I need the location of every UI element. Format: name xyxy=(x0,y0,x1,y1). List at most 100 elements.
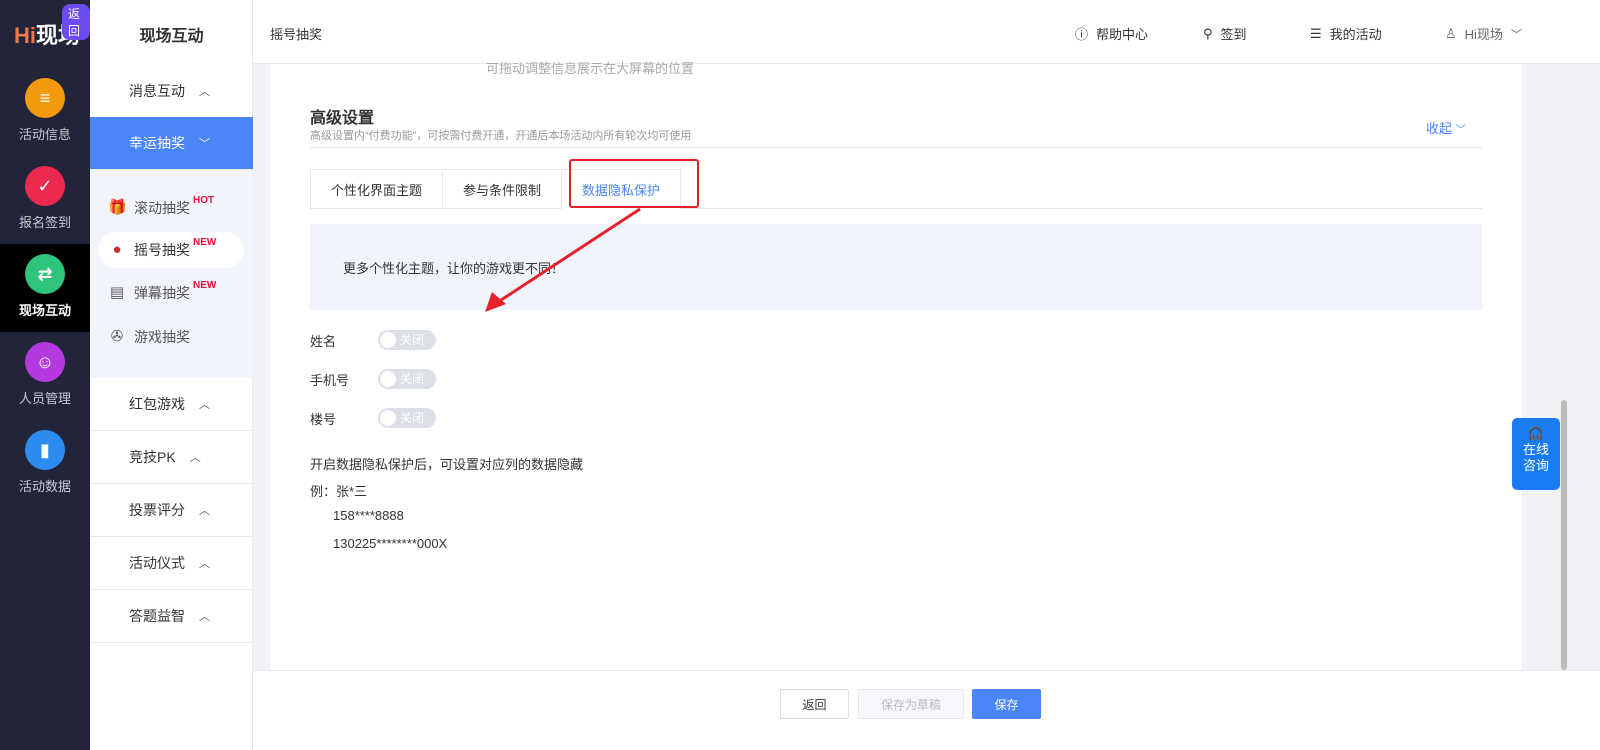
group-ceremony[interactable]: 活动仪式 ︿ xyxy=(90,537,253,590)
example-name: 例：张*三 xyxy=(310,484,368,499)
chevron-down-icon: ﹀ xyxy=(1455,125,1466,136)
help-label: 帮助中心 xyxy=(1096,27,1149,42)
cut-off-hint: 可拖动调整信息展示在大屏幕的位置 xyxy=(486,61,695,76)
new-badge: NEW xyxy=(193,236,217,248)
wheel-icon: ✇ xyxy=(110,328,124,345)
field-name-row: 姓名 关闭 xyxy=(310,330,436,350)
group-label: 红包游戏 xyxy=(129,396,185,412)
group-label: 投票评分 xyxy=(129,502,185,518)
list-icon: ▤ xyxy=(109,284,125,301)
info-icon: ⓘ xyxy=(1075,27,1089,42)
group-pk[interactable]: 竞技PK ︿ xyxy=(90,431,253,484)
example-id: 130225********000X xyxy=(333,536,448,551)
checkin-label: 签到 xyxy=(1220,27,1247,42)
group-vote[interactable]: 投票评分 ︿ xyxy=(90,484,253,537)
divider xyxy=(310,147,1482,148)
checkin-link[interactable]: ⚲ 签到 xyxy=(1203,24,1247,43)
submenu-item-game-lottery[interactable]: ✇ 游戏抽奖 xyxy=(98,319,244,355)
user-menu[interactable]: ♙ Hi现场 ﹀ xyxy=(1445,24,1522,43)
privacy-note: 开启数据隐私保护后，可设置对应列的数据隐藏 xyxy=(310,457,584,472)
sub-nav: 现场互动 消息互动 ︿ 幸运抽奖 ﹀ 🎁 滚动抽奖 HOT ● 摇号抽奖 NEW ▤ 弹幕抽奖… xyxy=(90,0,253,750)
my-activities-link[interactable]: ☰ 我的活动 xyxy=(1310,24,1382,43)
rail-item-activity-info[interactable]: ≡ 活动信息 xyxy=(0,68,90,156)
footer-bar: 返回 保存为草稿 保存 xyxy=(253,670,1600,750)
group-label: 幸运抽奖 xyxy=(129,135,185,151)
person-icon: ☺ xyxy=(25,342,65,382)
field-phone-row: 手机号 关闭 xyxy=(310,369,436,389)
new-badge: NEW xyxy=(193,279,217,291)
back-button[interactable]: 返回 xyxy=(780,689,849,719)
help-center-link[interactable]: ⓘ 帮助中心 xyxy=(1075,24,1148,43)
main-rail: Hi现场 返回 ≡ 活动信息 ✓ 报名签到 ⇄ 现场互动 ☺ 人员管理 ▮ 活动数据 xyxy=(0,0,90,750)
scrollbar[interactable] xyxy=(1561,400,1567,670)
privacy-toggle[interactable]: 关闭 xyxy=(378,330,436,350)
rail-label: 活动数据 xyxy=(18,479,71,494)
chevron-down-icon: ﹀ xyxy=(199,138,210,150)
tab-conditions[interactable]: 参与条件限制 xyxy=(442,169,562,209)
field-label: 楼号 xyxy=(310,411,337,427)
chat-label: 咨询 xyxy=(1522,458,1549,473)
submenu-item-number-lottery[interactable]: ● 摇号抽奖 NEW xyxy=(98,232,244,268)
group-redpacket[interactable]: 红包游戏 ︿ xyxy=(90,378,253,431)
collapse-button[interactable]: 收起 ﹀ xyxy=(1426,118,1466,137)
chevron-up-icon: ︿ xyxy=(189,452,201,464)
chevron-up-icon: ︿ xyxy=(199,505,210,517)
rail-item-signup[interactable]: ✓ 报名签到 xyxy=(0,156,90,244)
field-label: 姓名 xyxy=(310,333,337,349)
interaction-icon: ⇄ xyxy=(25,254,65,294)
group-quiz[interactable]: 答题益智 ︿ xyxy=(90,590,253,643)
rail-item-people[interactable]: ☺ 人员管理 xyxy=(0,332,90,420)
rail-label: 报名签到 xyxy=(18,215,71,230)
privacy-toggle[interactable]: 关闭 xyxy=(378,369,436,389)
chevron-up-icon: ︿ xyxy=(199,611,210,623)
item-label: 摇号抽奖 xyxy=(134,242,190,258)
chevron-up-icon: ︿ xyxy=(199,399,210,411)
rail-label: 人员管理 xyxy=(18,391,71,406)
breadcrumb: 摇号抽奖 xyxy=(270,27,323,42)
annotation-arrow xyxy=(485,207,641,312)
rail-item-interaction[interactable]: ⇄ 现场互动 xyxy=(0,244,90,332)
collapse-label: 收起 xyxy=(1426,121,1453,136)
lottery-submenu: 🎁 滚动抽奖 HOT ● 摇号抽奖 NEW ▤ 弹幕抽奖 NEW ✇ 游戏抽奖 xyxy=(90,170,253,378)
chevron-up-icon: ︿ xyxy=(199,558,210,570)
item-label: 弹幕抽奖 xyxy=(134,285,190,301)
item-label: 游戏抽奖 xyxy=(134,329,190,345)
chat-label: 在线 xyxy=(1522,442,1549,457)
settings-card: 可拖动调整信息展示在大屏幕的位置 高级设置 高级设置内“付费功能”，可按需付费开… xyxy=(270,61,1522,670)
group-label: 活动仪式 xyxy=(129,555,185,571)
save-draft-button[interactable]: 保存为草稿 xyxy=(858,689,964,719)
tab-theme[interactable]: 个性化界面主题 xyxy=(310,169,443,209)
back-badge[interactable]: 返回 xyxy=(62,4,90,40)
submenu-item-scroll-lottery[interactable]: 🎁 滚动抽奖 HOT xyxy=(98,190,244,226)
online-chat-button[interactable]: 🎧 在线 咨询 xyxy=(1512,418,1560,490)
example-phone: 158****8888 xyxy=(333,508,404,523)
group-message[interactable]: 消息互动 ︿ xyxy=(90,65,253,118)
group-label: 消息互动 xyxy=(129,83,185,99)
field-building-row: 楼号 关闭 xyxy=(310,408,436,428)
privacy-toggle[interactable]: 关闭 xyxy=(378,408,436,428)
save-button[interactable]: 保存 xyxy=(972,689,1041,719)
rail-label: 活动信息 xyxy=(18,127,71,142)
rail-label: 现场互动 xyxy=(18,303,71,318)
gift-icon: 🎁 xyxy=(108,199,127,216)
top-header: 摇号抽奖 ⓘ 帮助中心 ⚲ 签到 ☰ 我的活动 ♙ Hi现场 ﹀ xyxy=(253,0,1600,64)
submenu-item-danmaku-lottery[interactable]: ▤ 弹幕抽奖 NEW xyxy=(98,275,244,311)
headset-icon: 🎧 xyxy=(1527,426,1545,441)
rail-item-data[interactable]: ▮ 活动数据 xyxy=(0,420,90,508)
chevron-up-icon: ︿ xyxy=(199,86,210,98)
calendar-check-icon: ✓ xyxy=(25,166,65,206)
hot-badge: HOT xyxy=(193,194,215,206)
highlight-box xyxy=(569,159,699,208)
field-label: 手机号 xyxy=(310,372,350,388)
bar-chart-icon: ▮ xyxy=(25,430,65,470)
group-label: 竞技PK xyxy=(129,449,176,465)
person-icon: ● xyxy=(112,241,122,258)
list-icon: ☰ xyxy=(1310,25,1322,41)
item-label: 滚动抽奖 xyxy=(134,200,190,216)
user-name: Hi现场 xyxy=(1464,27,1503,42)
chevron-down-icon: ﹀ xyxy=(1510,28,1522,41)
my-activities-label: 我的活动 xyxy=(1329,27,1382,42)
group-lottery[interactable]: 幸运抽奖 ﹀ xyxy=(90,117,253,170)
user-icon: ♙ xyxy=(1445,25,1457,41)
sub-nav-title: 现场互动 xyxy=(139,28,204,45)
